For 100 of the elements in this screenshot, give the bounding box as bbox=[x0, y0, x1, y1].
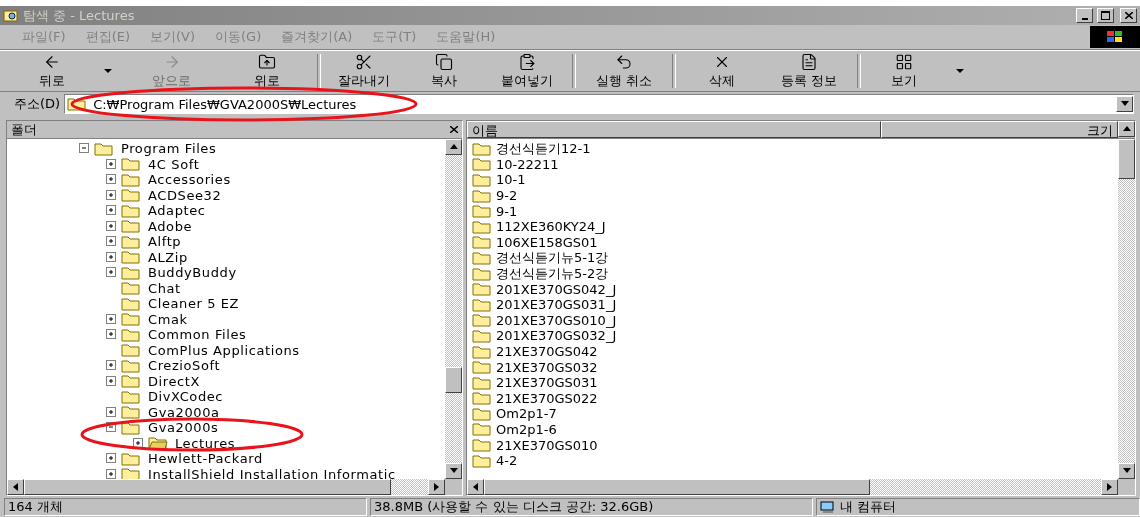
scroll-up-button[interactable] bbox=[1118, 121, 1135, 137]
file-item[interactable]: 9-1 bbox=[496, 203, 518, 219]
folder-item[interactable]: Cmak bbox=[147, 312, 189, 326]
file-item[interactable]: Om2p1-7 bbox=[496, 406, 557, 422]
horizontal-scrollbar[interactable] bbox=[467, 479, 1135, 495]
expand-icon[interactable] bbox=[106, 189, 117, 201]
dropdown-button[interactable] bbox=[1116, 96, 1133, 112]
expand-icon[interactable] bbox=[106, 220, 117, 232]
toolbar-button[interactable]: 실행 취소 bbox=[579, 52, 669, 90]
toolbar-button[interactable]: 위로 bbox=[219, 52, 314, 90]
folder-item[interactable]: Cleaner 5 EZ bbox=[147, 297, 241, 311]
folder-item[interactable]: Hewlett-Packard bbox=[147, 452, 264, 466]
maximize-button[interactable] bbox=[1097, 8, 1114, 23]
file-item[interactable]: 21XE370GS031 bbox=[496, 375, 598, 391]
folder-item[interactable]: Alftp bbox=[147, 235, 183, 249]
toolbar-button[interactable]: 뒤로 bbox=[12, 52, 92, 90]
folder-item[interactable]: ComPlus Applications bbox=[147, 343, 301, 357]
expand-icon[interactable] bbox=[106, 174, 117, 186]
file-item[interactable]: 112XE360KY24_J bbox=[496, 219, 606, 235]
collapse-icon[interactable] bbox=[106, 422, 117, 434]
toolbar-button[interactable]: 보기 bbox=[864, 52, 944, 90]
vertical-scrollbar[interactable] bbox=[445, 139, 462, 479]
file-item[interactable]: 201XE370GS010_J bbox=[496, 312, 617, 328]
folder-item[interactable]: DivXCodec bbox=[147, 390, 225, 404]
horizontal-scrollbar[interactable] bbox=[7, 479, 462, 495]
scrollbar-thumb[interactable] bbox=[484, 479, 871, 495]
expand-icon[interactable] bbox=[106, 267, 117, 279]
folder-icon bbox=[472, 313, 492, 328]
expand-icon[interactable] bbox=[106, 329, 117, 341]
folder-item[interactable]: Accessories bbox=[147, 173, 232, 187]
expand-icon[interactable] bbox=[106, 251, 117, 263]
folder-item[interactable]: Gva2000a bbox=[147, 405, 221, 419]
file-item[interactable]: 10-1 bbox=[496, 172, 526, 188]
scroll-right-button[interactable] bbox=[428, 479, 445, 495]
dropdown-caret-icon[interactable] bbox=[956, 69, 964, 73]
toolbar-button[interactable]: 복사 bbox=[404, 52, 484, 90]
folder-item[interactable]: Adaptec bbox=[147, 204, 207, 218]
file-item[interactable]: 4-2 bbox=[496, 453, 518, 469]
toolbar-button[interactable]: 삭제 bbox=[679, 52, 764, 90]
scrollbar-thumb[interactable] bbox=[24, 479, 392, 495]
scroll-up-button[interactable] bbox=[445, 139, 462, 155]
file-item[interactable]: 경선식듣기뉴5-2강 bbox=[496, 264, 609, 283]
folder-item[interactable]: ALZip bbox=[147, 250, 189, 264]
expand-icon[interactable] bbox=[106, 205, 117, 217]
file-item[interactable]: Om2p1-6 bbox=[496, 422, 557, 437]
file-item[interactable]: 21XE370GS042 bbox=[496, 344, 598, 359]
collapse-icon[interactable] bbox=[79, 143, 90, 155]
file-item[interactable]: 201XE370GS032_J bbox=[496, 328, 617, 344]
file-item[interactable]: 201XE370GS042_J bbox=[496, 281, 617, 297]
expand-icon[interactable] bbox=[106, 158, 117, 170]
folder-item[interactable]: Gva2000s bbox=[147, 421, 220, 435]
expand-icon[interactable] bbox=[106, 313, 117, 325]
close-button[interactable] bbox=[1120, 8, 1137, 23]
folder-item[interactable]: DirectX bbox=[147, 374, 202, 388]
expand-icon[interactable] bbox=[133, 437, 144, 449]
scroll-left-button[interactable] bbox=[7, 479, 24, 495]
folder-item[interactable]: ACDSee32 bbox=[147, 188, 223, 202]
expand-icon[interactable] bbox=[106, 236, 117, 248]
file-item[interactable]: 106XE158GS01 bbox=[496, 234, 598, 250]
file-item[interactable]: 21XE370GS022 bbox=[496, 390, 598, 406]
file-item[interactable]: 경선식듣기뉴5-1강 bbox=[496, 248, 609, 267]
expand-icon[interactable] bbox=[106, 453, 117, 465]
folder-item[interactable]: CrezioSoft bbox=[147, 359, 222, 373]
column-header[interactable]: 크기 bbox=[881, 121, 1118, 138]
toolbar-button[interactable]: 등록 정보 bbox=[764, 52, 854, 90]
folder-item[interactable]: Common Files bbox=[147, 328, 248, 342]
expand-icon[interactable] bbox=[106, 468, 117, 479]
vertical-scrollbar[interactable] bbox=[1118, 139, 1135, 479]
file-item[interactable]: 201XE370GS031_J bbox=[496, 297, 617, 313]
folder-item[interactable]: Program Files bbox=[120, 142, 218, 156]
folder-item[interactable]: InstallShield Installation Informatic bbox=[147, 467, 397, 479]
folder-item[interactable]: Chat bbox=[147, 281, 182, 295]
scrollbar-thumb[interactable] bbox=[1118, 139, 1135, 179]
dropdown-caret-icon[interactable] bbox=[104, 69, 112, 73]
expand-icon[interactable] bbox=[106, 375, 117, 387]
file-item[interactable]: 경선식듣기12-1 bbox=[496, 139, 591, 158]
scroll-down-button[interactable] bbox=[445, 463, 462, 479]
status-text: 내 컴퓨터 bbox=[840, 498, 897, 516]
folder-item[interactable]: Lectures bbox=[174, 436, 237, 450]
toolbar-button[interactable]: 잘라내기 bbox=[324, 52, 404, 90]
expand-icon[interactable] bbox=[106, 406, 117, 418]
toolbar-button[interactable]: 붙여넣기 bbox=[484, 52, 569, 90]
folder-item[interactable]: BuddyBuddy bbox=[147, 266, 238, 280]
file-item[interactable]: 21XE370GS032 bbox=[496, 359, 598, 375]
file-item[interactable]: 10-22211 bbox=[496, 156, 559, 172]
expand-icon[interactable] bbox=[106, 360, 117, 372]
folder-item[interactable]: Adobe bbox=[147, 219, 194, 233]
scroll-right-button[interactable] bbox=[1101, 479, 1118, 495]
minimize-button[interactable] bbox=[1076, 8, 1093, 23]
scroll-down-button[interactable] bbox=[1118, 463, 1135, 479]
scroll-left-button[interactable] bbox=[467, 479, 484, 495]
folder-item[interactable]: 4C Soft bbox=[147, 157, 201, 171]
scrollbar-thumb[interactable] bbox=[445, 367, 462, 394]
file-item[interactable]: 21XE370GS010 bbox=[496, 437, 598, 453]
close-icon[interactable] bbox=[450, 126, 458, 133]
scrollbar-corner bbox=[445, 479, 462, 495]
column-header[interactable]: 이름 bbox=[467, 121, 881, 138]
address-field[interactable]: C:₩Program Files₩GVA2000S₩Lectures bbox=[64, 94, 1134, 114]
folder-icon bbox=[472, 406, 492, 421]
file-item[interactable]: 9-2 bbox=[496, 188, 518, 204]
